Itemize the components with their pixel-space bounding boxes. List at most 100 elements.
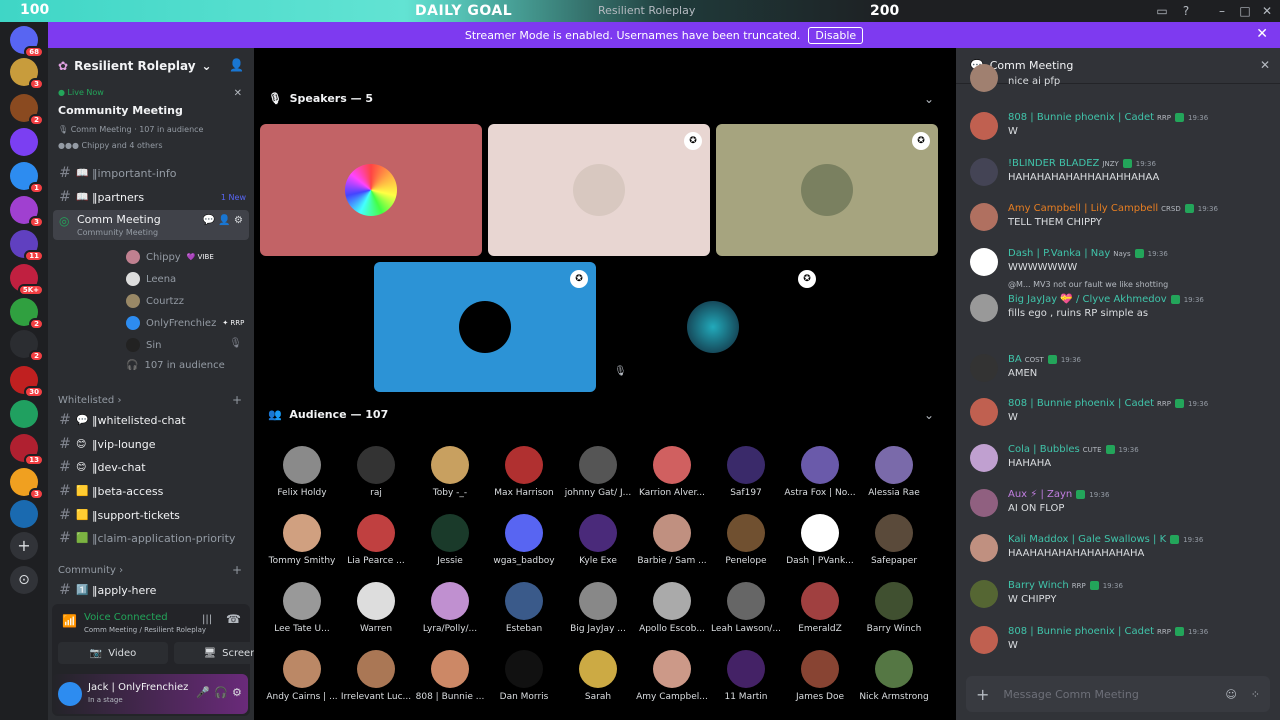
audience-member[interactable]: Karrion Alver... [636,446,708,498]
server-icon[interactable]: 1 [10,162,44,194]
message-author[interactable]: 808 | Bunnie phoenix | Cadet RRP 19:36 [1008,626,1208,637]
server-icon[interactable]: 5K+ [10,264,44,296]
server-icon[interactable] [10,128,38,156]
discord-home-icon[interactable]: 68 [10,26,44,58]
audience-member[interactable]: Irrelevant Luc... [340,650,412,702]
message-author[interactable]: BA COST 19:36 [1008,354,1081,365]
audience-member[interactable]: johnny Gat/ J... [562,446,634,498]
audience-member[interactable]: Amy Campbel... [636,650,708,702]
avatar[interactable] [970,626,998,654]
message-author[interactable]: Big JayJay 💝 / Clyve Akhmedov 19:36 [1008,294,1204,305]
user-name[interactable]: Jack | OnlyFrenchiez [88,682,188,693]
add-attachment-icon[interactable]: + [976,685,989,704]
emoji-icon[interactable]: ☺ [1225,688,1236,701]
audience-member[interactable]: Lyra/Polly/... [414,582,486,634]
server-icon[interactable]: 3 [10,58,44,90]
channel-whitelisted-chat[interactable]: # 💬 ‖ whitelisted-chat [56,409,246,431]
server-icon[interactable]: 30 [10,366,44,398]
message-author[interactable]: !BLINDER BLADEZ JNZY 19:36 [1008,158,1156,169]
headphones-icon[interactable]: 🎧 [214,686,228,699]
audience-member[interactable]: Andy Cairns | ... [266,650,338,702]
audience-count[interactable]: 🎧 107 in audience [126,360,225,371]
server-icon[interactable]: 2 [10,94,44,126]
close-window-button[interactable]: ✕ [1256,2,1278,20]
server-icon[interactable]: 13 [10,434,44,466]
stage-member[interactable]: Chippy 💜 VIBE [126,250,214,264]
avatar[interactable] [970,398,998,426]
audience-member[interactable]: Dash | PVank... [784,514,856,566]
channel-apply-here[interactable]: #1️⃣ ‖ apply-here [56,579,246,601]
maximize-button[interactable]: □ [1234,2,1256,20]
noise-suppression-icon[interactable]: ||| [202,614,212,625]
channel-support-tickets[interactable]: # 🟨 ‖ support-tickets [56,504,246,526]
message-author[interactable]: Barry Winch RRP 19:36 [1008,580,1123,591]
channel-partners[interactable]: # 📖 ‖ partners 1 New [56,186,246,208]
channel-dev-chat[interactable]: # 😊 ‖ dev-chat [56,456,246,478]
channel-vip-lounge[interactable]: # 😊 ‖ vip-lounge [56,433,246,455]
channel-beta-access[interactable]: # 🟨 ‖ beta-access [56,480,246,502]
channel-claim-application-priority[interactable]: # 🟩 ‖ claim-application-priority [56,527,246,549]
message-author[interactable]: Aux ⚡ | Zayn 19:36 [1008,489,1109,500]
channel-important-info[interactable]: # 📖 ‖ important-info [56,162,246,184]
audience-member[interactable]: Big JayJay ... [562,582,634,634]
message-author[interactable]: Amy Campbell | Lily Campbell CRSD 19:36 [1008,203,1218,214]
add-server-icon[interactable]: + [10,532,38,560]
discover-icon[interactable]: ⊙ [10,566,38,594]
audience-member[interactable]: EmeraldZ [784,582,856,634]
audience-member[interactable]: Penelope [710,514,782,566]
message-author[interactable]: 808 | Bunnie phoenix | Cadet RRP 19:36 [1008,398,1208,409]
audience-member[interactable]: Barry Winch [858,582,930,634]
server-icon[interactable]: 3 [10,196,44,228]
avatar[interactable] [970,248,998,276]
server-header[interactable]: ✿ Resilient Roleplay ⌄ [48,48,254,84]
audience-member[interactable]: Barbie / Sam ... [636,514,708,566]
live-event-title[interactable]: Community Meeting [58,104,183,117]
server-icon[interactable] [10,400,38,428]
audience-member[interactable]: Jessie [414,514,486,566]
stage-actions-icon[interactable]: 💬 👤 ⚙ [203,215,243,226]
speaker-tile[interactable]: ✪ [488,124,710,256]
audience-member[interactable]: Kyle Exe [562,514,634,566]
server-icon[interactable]: 3 [10,468,44,500]
audience-member[interactable]: Max Harrison [488,446,560,498]
audience-member[interactable]: Esteban [488,582,560,634]
audience-member[interactable]: Lia Pearce ... [340,514,412,566]
close-icon[interactable]: ✕ [234,88,242,99]
audience-member[interactable]: Toby -_- [414,446,486,498]
close-icon[interactable]: ✕ [1260,58,1270,72]
audience-member[interactable]: wgas_badboy [488,514,560,566]
speakers-header[interactable]: 🎙 Speakers — 5 [268,92,373,105]
server-icon[interactable]: 2 [10,298,44,330]
chevron-down-icon[interactable]: ⌄ [924,408,934,422]
avatar[interactable] [970,580,998,608]
add-member-icon[interactable]: 👤 [229,58,244,72]
avatar[interactable] [970,294,998,322]
add-channel-icon[interactable]: + [232,563,242,577]
disable-streamer-button[interactable]: Disable [808,26,864,44]
stage-member[interactable]: OnlyFrenchiez ✦ RRP [126,316,244,330]
inbox-icon[interactable]: ▭ [1151,2,1173,20]
stage-channel-comm-meeting[interactable]: ◎ Comm Meeting Community Meeting 💬 👤 ⚙ [53,210,249,240]
audience-member[interactable]: Alessia Rae [858,446,930,498]
close-icon[interactable]: ✕ [1256,26,1268,42]
message-author[interactable]: 808 | Bunnie phoenix | Cadet RRP 19:36 [1008,112,1208,123]
speaker-tile[interactable]: ✪ [716,124,938,256]
minimize-button[interactable]: – [1211,2,1233,20]
video-button[interactable]: 📷 Video [58,642,168,664]
audience-member[interactable]: Lee Tate U... [266,582,338,634]
audience-member[interactable]: raj [340,446,412,498]
server-icon[interactable]: 11 [10,230,44,262]
audience-member[interactable]: Apollo Escob... [636,582,708,634]
apps-icon[interactable]: ⁘ [1251,688,1260,701]
gear-icon[interactable]: ⚙ [232,686,242,699]
chevron-down-icon[interactable]: ⌄ [924,92,934,106]
audience-member[interactable]: 808 | Bunnie ... [414,650,486,702]
stage-member[interactable]: Sin [126,338,161,352]
avatar[interactable] [970,444,998,472]
avatar[interactable] [970,112,998,140]
audience-member[interactable]: Leah Lawson/... [710,582,782,634]
stage-member[interactable]: Courtzz [126,294,184,308]
category-community[interactable]: Community › [58,565,123,576]
add-channel-icon[interactable]: + [232,393,242,407]
message-author[interactable]: Kali Maddox | Gale Swallows | K 19:36 [1008,534,1203,545]
